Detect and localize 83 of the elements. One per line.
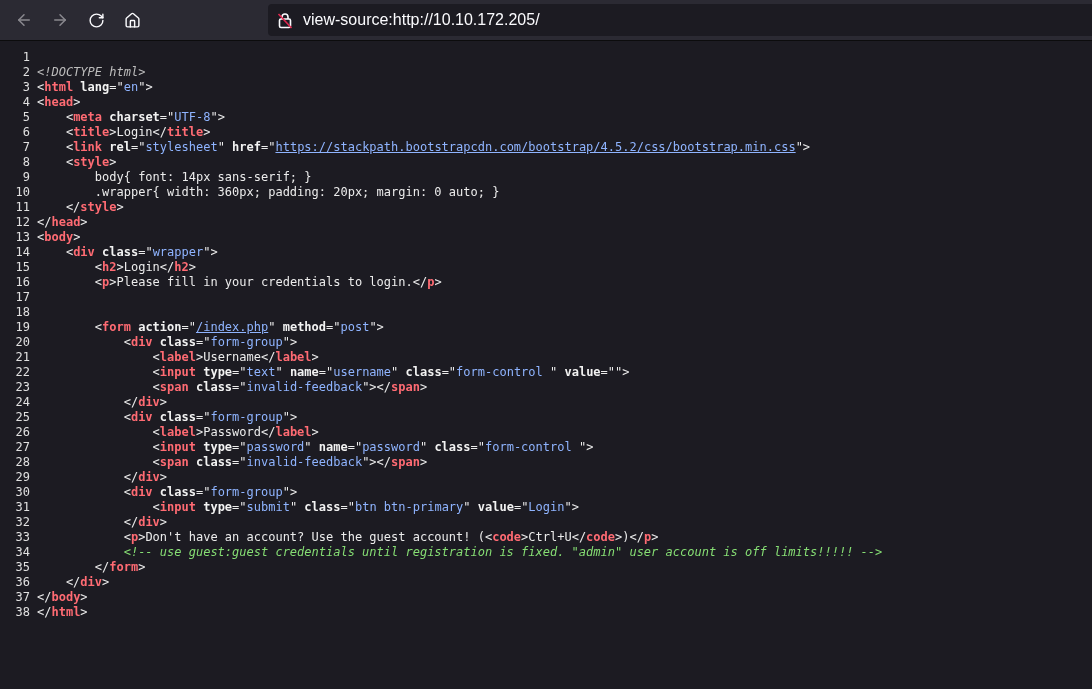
code-line: <div class="wrapper">: [64, 245, 218, 260]
line-number: 6: [22, 125, 30, 140]
line-number: 26: [15, 425, 30, 440]
line-number: 28: [15, 455, 30, 470]
code-line: <label>Username</label>: [151, 350, 319, 365]
line-number: 13: [15, 230, 30, 245]
line-number: 22: [15, 365, 30, 380]
line-number: 18: [15, 305, 30, 320]
line-number: 15: [15, 260, 30, 275]
source-link[interactable]: /index.php: [195, 320, 269, 335]
line-number: 17: [15, 290, 30, 305]
insecure-lock-icon: [277, 11, 293, 29]
line-number: 11: [15, 200, 30, 215]
line-number: 33: [15, 530, 30, 545]
code-line: </html>: [37, 605, 88, 620]
line-number: 4: [22, 95, 30, 110]
line-number: 24: [15, 395, 30, 410]
code-line: <!DOCTYPE html>: [37, 65, 146, 80]
line-number: 12: [15, 215, 30, 230]
code-text: ">: [795, 140, 811, 155]
line-number: 32: [15, 515, 30, 530]
line-number: 31: [15, 500, 30, 515]
line-number: 10: [15, 185, 30, 200]
line-number: 30: [15, 485, 30, 500]
home-icon: [123, 11, 141, 29]
code-line: <span class="invalid-feedback"></span>: [151, 455, 428, 470]
code-line: <meta charset="UTF-8">: [64, 110, 225, 125]
code-text: <link rel="stylesheet" href=": [64, 140, 276, 155]
code-line: </div>: [64, 575, 110, 590]
code-line: <body>: [37, 230, 81, 245]
line-number: 27: [15, 440, 30, 455]
code-line: <input type="submit" class="btn btn-primary" value="Login">: [151, 500, 579, 515]
code-line: <input type="password" name="password" class="form-control ">: [151, 440, 594, 455]
line-number: 14: [15, 245, 30, 260]
url-text: view-source:http://10.10.172.205/: [303, 10, 540, 30]
code-line: .wrapper{ width: 360px; padding: 20px; margin: 0 auto; }: [93, 185, 500, 200]
code-line: body{ font: 14px sans-serif; }: [93, 170, 312, 185]
line-number: 25: [15, 410, 30, 425]
source-link[interactable]: https://stackpath.bootstrapcdn.com/bootstrap/4.5.2/css/bootstrap.min.css: [275, 140, 796, 155]
code-line: </style>: [64, 200, 124, 215]
code-line: <span class="invalid-feedback"></span>: [151, 380, 428, 395]
line-number: 8: [22, 155, 30, 170]
line-number: 16: [15, 275, 30, 290]
code-line: <h2>Login</h2>: [93, 260, 196, 275]
line-number: 38: [15, 605, 30, 620]
line-number: 21: [15, 350, 30, 365]
code-line: <html lang="en">: [37, 80, 153, 95]
forward-arrow-icon: [51, 11, 69, 29]
line-number: 34: [15, 545, 30, 560]
code-line: <label>Password</label>: [151, 425, 319, 440]
line-number: 37: [15, 590, 30, 605]
line-number: 1: [22, 50, 30, 65]
address-bar[interactable]: view-source:http://10.10.172.205/: [268, 4, 1092, 36]
line-number: 19: [15, 320, 30, 335]
code-line: </div>: [122, 515, 168, 530]
line-number: 7: [22, 140, 30, 155]
line-number: 35: [15, 560, 30, 575]
code-line: </form>: [93, 560, 146, 575]
code-line: </div>: [122, 470, 168, 485]
line-number: 3: [22, 80, 30, 95]
code-line: <style>: [64, 155, 117, 170]
reload-icon: [87, 11, 105, 29]
line-number: 29: [15, 470, 30, 485]
code-line: <p>Please fill in your credentials to login.</p>: [93, 275, 442, 290]
line-number: 20: [15, 335, 30, 350]
code-line: <div class="form-group">: [122, 485, 298, 500]
code-text: <form action=": [93, 320, 196, 335]
code-line: <input type="text" name="username" class="form-control " value="">: [151, 365, 630, 380]
line-number: 2: [22, 65, 30, 80]
line-number: 5: [22, 110, 30, 125]
code-line: <head>: [37, 95, 81, 110]
line-number: 36: [15, 575, 30, 590]
code-line: </head>: [37, 215, 88, 230]
code-line: <div class="form-group">: [122, 335, 298, 350]
code-line: <div class="form-group">: [122, 410, 298, 425]
code-line: </body>: [37, 590, 88, 605]
code-line: <p>Don't have an account? Use the guest account! (<code>Ctrl+U</code>)</p>: [122, 530, 659, 545]
code-line: <title>Login</title>: [64, 125, 211, 140]
code-line: </div>: [122, 395, 168, 410]
line-number: 9: [22, 170, 30, 185]
code-line: <!-- use guest:guest credentials until registration is fixed. "admin" user account is off limits!!!!! -->: [122, 545, 883, 560]
line-number: 23: [15, 380, 30, 395]
code-text: " method="post">: [268, 320, 384, 335]
